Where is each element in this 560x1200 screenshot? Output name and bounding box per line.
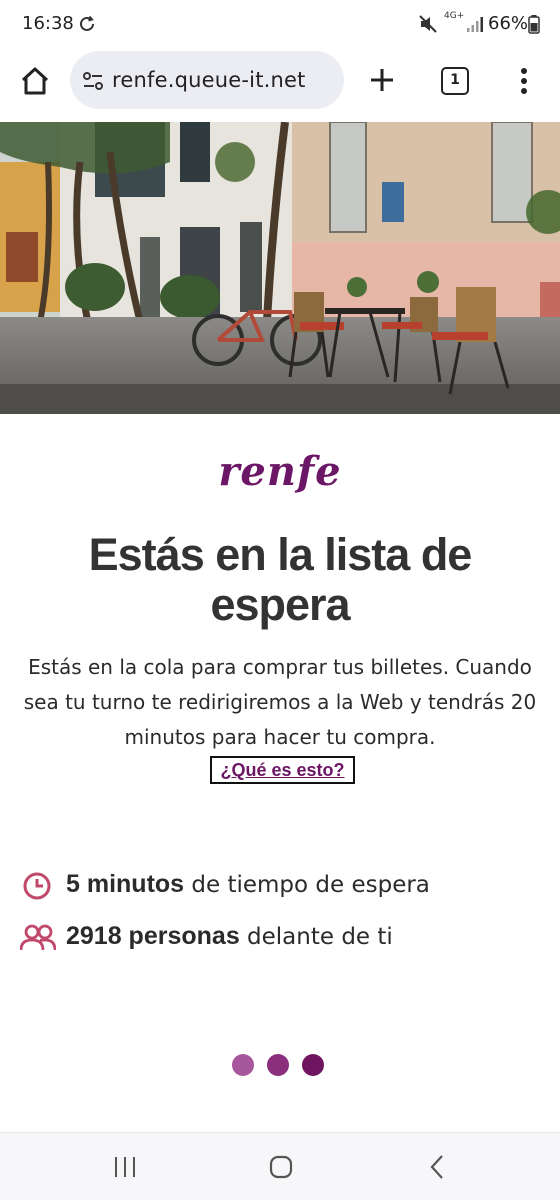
mute-icon [419,15,437,33]
recent-apps-icon[interactable] [112,1155,138,1179]
loading-dot [267,1054,289,1076]
browser-toolbar: renfe.queue-it.net 1 [0,48,560,122]
what-is-this-link[interactable]: ¿Qué es esto? [210,756,355,784]
network-type: 4G+ [444,11,465,21]
loading-dot [302,1054,324,1076]
page-title: Estás en la lista de espera [88,529,473,630]
status-time: 16:38 [22,13,74,34]
loading-dots [232,1054,332,1078]
kebab-menu-icon[interactable] [514,66,534,96]
url-text[interactable]: renfe.queue-it.net [112,68,306,92]
home-icon[interactable] [18,64,52,98]
plus-icon[interactable] [368,66,396,94]
battery-icon [528,15,540,34]
people-ahead-label: delante de ti [239,924,393,950]
hero-image [0,122,560,414]
loading-dot [232,1054,254,1076]
home-circle-icon[interactable] [268,1154,294,1180]
clock-icon [23,872,51,900]
renfe-logo: renfe [218,448,342,495]
wait-time-text: 5 minutos de tiempo de espera [66,870,430,899]
wait-time-value: 5 minutos [66,870,185,898]
people-ahead-row: 2918 personas delante de ti [20,918,540,958]
status-bar: 16:38 4G+ 66% [0,0,560,48]
signal-icon [467,17,483,32]
people-ahead-text: 2918 personas delante de ti [66,922,393,951]
queue-description: Estás en la cola para comprar tus billet… [23,655,537,749]
sync-icon [80,15,94,31]
battery-percent: 66% [488,13,529,34]
people-icon [20,924,56,951]
people-ahead-value: 2918 personas [66,922,240,950]
tabs-icon[interactable]: 1 [441,67,469,95]
wait-time-label: de tiempo de espera [184,872,430,898]
system-nav-bar [0,1132,560,1200]
back-icon[interactable] [428,1154,446,1180]
wait-time-row: 5 minutos de tiempo de espera [20,866,540,906]
site-settings-icon[interactable] [82,70,104,92]
